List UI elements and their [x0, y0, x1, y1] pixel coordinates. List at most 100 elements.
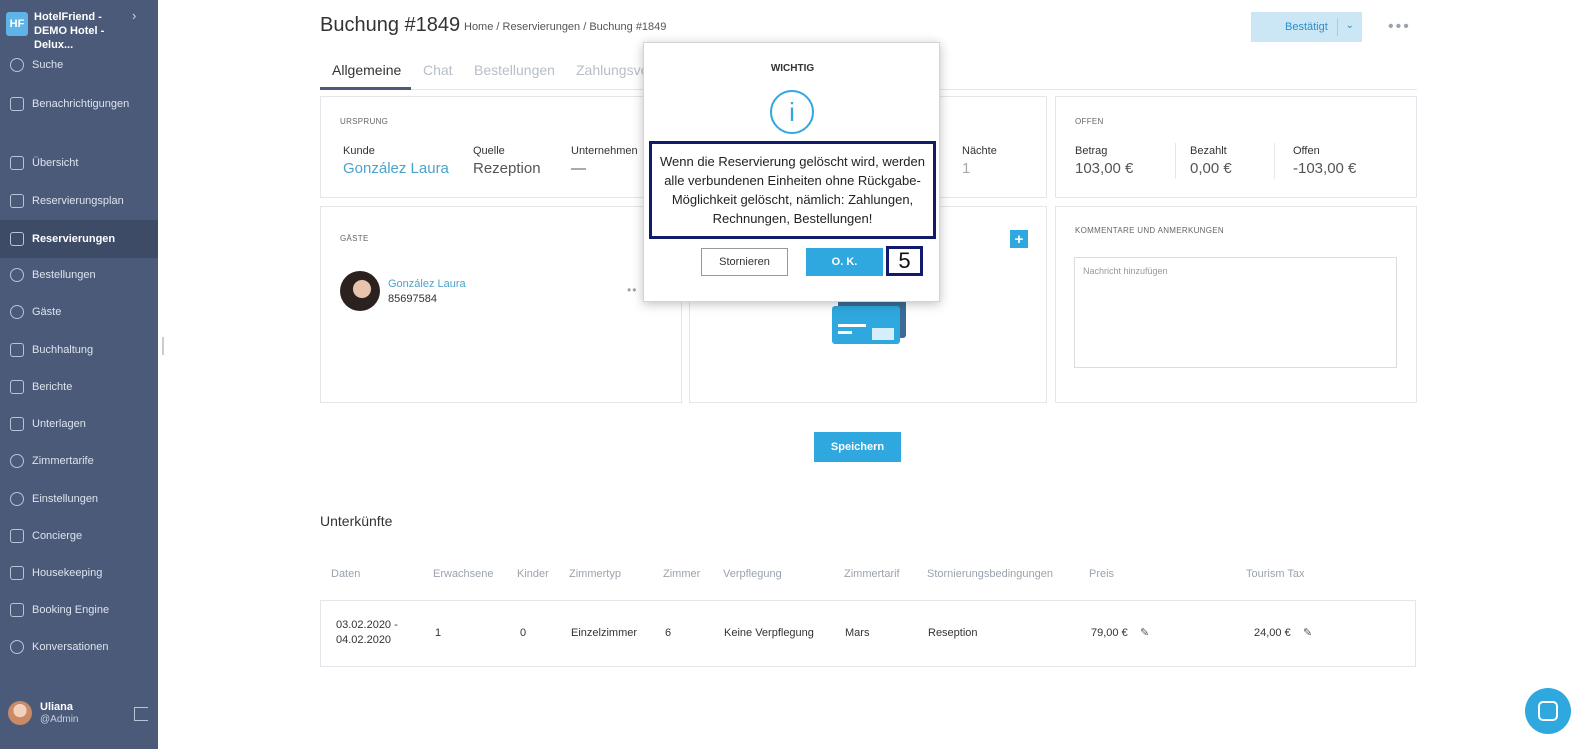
sidebar-item-label: Benachrichtigungen [32, 98, 130, 110]
user-profile[interactable]: Uliana @Admin [8, 700, 79, 725]
sidebar-item-label: Concierge [32, 530, 83, 542]
table-row: 03.02.2020 - 04.02.2020 1 0 Einzelzimmer… [320, 600, 1416, 667]
sidebar-item-housekeeping[interactable]: Housekeeping [0, 555, 158, 591]
origin-card: URSPRUNG Kunde González Laura Quelle Rez… [320, 96, 682, 198]
sidebar-item-buchhaltung[interactable]: Buchhaltung [0, 332, 158, 368]
field-label: Kunde [343, 145, 375, 157]
column-header: Zimmertyp [569, 568, 621, 580]
more-options-icon[interactable]: ••• [1388, 18, 1411, 36]
breadcrumb[interactable]: Home / Reservierungen / Buchung #1849 [464, 21, 666, 33]
edit-price-pencil-icon[interactable]: ✎ [1140, 626, 1149, 639]
cancel-button[interactable]: Stornieren [701, 248, 788, 276]
monitor-icon [10, 603, 24, 617]
add-payment-button[interactable]: + [1010, 230, 1028, 248]
tab-allgemeine[interactable]: Allgemeine [332, 62, 401, 78]
sidebar-item-label: Buchhaltung [32, 344, 94, 356]
guests-card: GÄSTE González Laura 85697584 •• [320, 206, 682, 403]
broom-icon [10, 566, 24, 580]
chat-icon [1538, 701, 1558, 721]
tag-icon [10, 454, 24, 468]
sidebar-item-label: Reservierungsplan [32, 195, 124, 207]
column-header: Daten [331, 568, 361, 580]
chevron-right-icon[interactable]: › [132, 8, 136, 23]
search-icon [10, 58, 24, 72]
sidebar-item-label: Suche [32, 59, 64, 71]
status-divider [1337, 18, 1338, 36]
home-icon [10, 156, 24, 170]
sidebar-item-label: Zimmertarife [32, 455, 94, 467]
sidebar-item-einstellungen[interactable]: Einstellungen [0, 481, 158, 517]
status-dropdown[interactable]: Bestätigt ⌄ [1251, 12, 1362, 42]
sidebar-item-reservierungsplan[interactable]: Reservierungsplan [0, 183, 158, 219]
avatar [8, 700, 32, 725]
edit-tax-pencil-icon[interactable]: ✎ [1303, 626, 1312, 639]
room-type-cell: Einzelzimmer [571, 627, 638, 639]
sidebar-item-unterlagen[interactable]: Unterlagen [0, 406, 158, 442]
gear-icon [10, 492, 24, 506]
column-header: Erwachsene [433, 568, 494, 580]
column-header: Preis [1089, 568, 1115, 580]
sidebar: HF HotelFriend - DEMO Hotel - Delux... ›… [0, 0, 158, 749]
sidebar-resize-handle[interactable] [162, 337, 164, 355]
guest-name-link[interactable]: González Laura [388, 278, 466, 290]
page-title: Buchung #1849 [320, 14, 461, 36]
room-cell: 6 [665, 627, 672, 639]
tab-chat[interactable]: Chat [423, 62, 453, 78]
folder-icon [10, 417, 24, 431]
sidebar-item-booking-engine[interactable]: Booking Engine [0, 592, 158, 628]
calendar-icon [10, 194, 24, 208]
divider [1274, 143, 1275, 179]
cancellation-cell: Reseption [928, 627, 978, 639]
step-number-badge: 5 [886, 246, 923, 276]
sidebar-item-konversationen[interactable]: Konversationen [0, 629, 158, 665]
concierge-icon [10, 529, 24, 543]
sidebar-item-label: Konversationen [32, 641, 109, 653]
status-label: Bestätigt [1285, 21, 1328, 33]
sidebar-item-suche[interactable]: Suche [0, 47, 158, 83]
sidebar-item-bestellungen[interactable]: Bestellungen [0, 257, 158, 293]
sidebar-item-gaeste[interactable]: Gäste [0, 294, 158, 330]
sidebar-item-concierge[interactable]: Concierge [0, 518, 158, 554]
chevron-down-icon: ⌄ [1345, 20, 1354, 31]
support-chat-button[interactable] [1525, 688, 1571, 734]
card-label: GÄSTE [340, 234, 369, 243]
sidebar-item-berichte[interactable]: Berichte [0, 369, 158, 405]
guest-phone: 85697584 [388, 293, 437, 305]
accommodations-title: Unterkünfte [320, 513, 393, 529]
tab-bestellungen[interactable]: Bestellungen [474, 62, 555, 78]
divider [1175, 143, 1176, 179]
sidebar-item-label: Einstellungen [32, 493, 99, 505]
company-value: — [571, 160, 586, 177]
sidebar-item-benachrichtigungen[interactable]: Benachrichtigungen [0, 86, 158, 122]
children-cell: 0 [520, 627, 527, 639]
sidebar-item-label: Reservierungen [32, 233, 116, 245]
guest-more-icon[interactable]: •• [627, 283, 637, 297]
user-icon [10, 305, 24, 319]
tax-cell: 24,00 € [1254, 627, 1291, 639]
sidebar-item-label: Bestellungen [32, 269, 96, 281]
logout-icon[interactable] [134, 707, 148, 721]
card-label: KOMMENTARE UND ANMERKUNGEN [1075, 226, 1224, 235]
ok-button[interactable]: O. K. [806, 248, 883, 276]
comment-input[interactable]: Nachricht hinzufügen [1074, 257, 1397, 368]
sidebar-item-label: Berichte [32, 381, 73, 393]
field-label: Bezahlt [1190, 145, 1227, 157]
sidebar-item-zimmertarife[interactable]: Zimmertarife [0, 443, 158, 479]
tab-zahlungen[interactable]: Zahlungsve [576, 62, 648, 78]
cloche-icon [10, 268, 24, 282]
column-header: Tourism Tax [1246, 568, 1305, 580]
sidebar-item-reservierungen[interactable]: Reservierungen [0, 220, 158, 258]
column-header: Stornierungsbedingungen [927, 568, 1053, 580]
sidebar-item-label: Housekeeping [32, 567, 103, 579]
field-label: Nächte [962, 145, 997, 157]
customer-link[interactable]: González Laura [343, 160, 449, 177]
hotel-name: HotelFriend - DEMO Hotel - Delux... [34, 11, 105, 51]
save-button[interactable]: Speichern [814, 432, 901, 462]
sidebar-item-label: Booking Engine [32, 604, 110, 616]
date-end: 04.02.2020 [336, 634, 392, 646]
sidebar-item-uebersicht[interactable]: Übersicht [0, 145, 158, 181]
card-label: URSPRUNG [340, 117, 389, 126]
hotel-switcher[interactable]: HF HotelFriend - DEMO Hotel - Delux... [6, 10, 132, 52]
chat-icon [10, 640, 24, 654]
column-header: Zimmertarif [844, 568, 900, 580]
